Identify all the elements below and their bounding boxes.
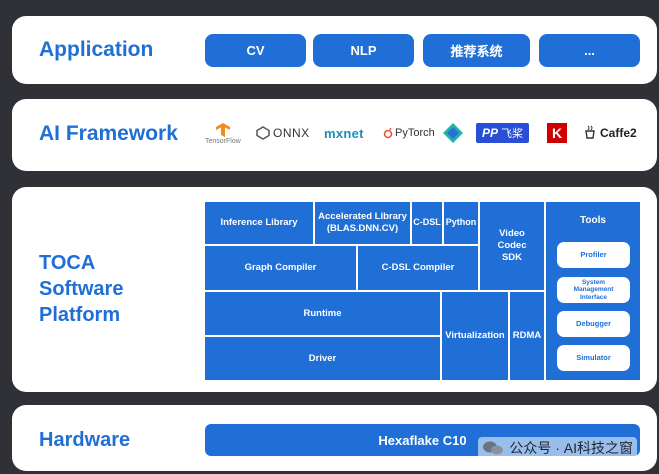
platform-layer: TOCA Software Platform Inference Library… [12,187,657,392]
tensorflow-icon [215,122,230,137]
caffe2-logo: Caffe2 [583,118,637,148]
virtualization-block: Virtualization [442,292,508,380]
tools-panel: Tools Profiler System Management Interfa… [546,202,640,380]
tool-system-management-interface: System Management Interface [557,277,630,303]
tensorflow-logo: TensorFlow [205,118,241,148]
mxnet-label: mxnet [324,125,364,141]
paddle-mark-icon: PP [482,126,499,140]
wechat-icon [483,441,504,455]
keras-label: K [551,125,563,141]
application-title: Application [39,38,154,61]
inference-library-block: Inference Library [205,202,313,244]
app-item-cv: CV [205,34,306,67]
cdsl-compiler-block: C-DSL Compiler [358,246,478,290]
accelerated-library-block: Accelerated Library (BLAS.DNN.CV) [315,202,410,244]
tool-debugger: Debugger [557,311,630,337]
platform-title-line-3: Platform [39,304,121,326]
wechat-watermark: 公众号 · AI科技之窗 [478,437,637,459]
app-item-recommendation: 推荐系统 [423,34,530,67]
python-block: Python [444,202,478,244]
tools-title: Tools [580,215,606,226]
tool-profiler: Profiler [557,242,630,268]
graph-compiler-block: Graph Compiler [205,246,356,290]
runtime-block: Runtime [205,292,440,335]
cdsl-block: C-DSL [412,202,442,244]
app-item-more: ... [539,34,640,67]
watermark-text: 公众号 · AI科技之窗 [509,440,633,456]
application-layer: Application CV NLP 推荐系统 ... [12,16,657,84]
app-item-nlp: NLP [313,34,414,67]
rdma-block: RDMA [510,292,544,380]
paddle-label: 飞桨 [501,128,524,140]
onnx-logo: ONNX [256,118,310,148]
platform-title-line-1: TOCA [39,252,96,274]
pytorch-logo: PyTorch [383,118,435,148]
mindspore-icon [443,123,463,143]
platform-title-line-2: Software [39,278,124,300]
tensorflow-label: TensorFlow [205,137,241,145]
tool-simulator: Simulator [557,345,630,371]
pytorch-label: PyTorch [395,127,435,139]
caffe2-icon [585,125,595,139]
pytorch-icon [383,128,393,139]
hardware-title: Hardware [39,429,131,451]
caffe2-label: Caffe2 [600,126,637,140]
paddle-logo: PP 飞桨 [476,118,530,148]
onnx-label: ONNX [273,126,310,140]
keras-logo: K [547,118,567,148]
onnx-icon [256,126,270,140]
platform-title: TOCA Software Platform [39,250,123,328]
driver-block: Driver [205,337,440,380]
mindspore-logo [442,118,464,148]
framework-title: AI Framework [39,122,178,145]
video-codec-block: Video Codec SDK [480,202,544,290]
mxnet-logo: mxnet [324,118,364,148]
